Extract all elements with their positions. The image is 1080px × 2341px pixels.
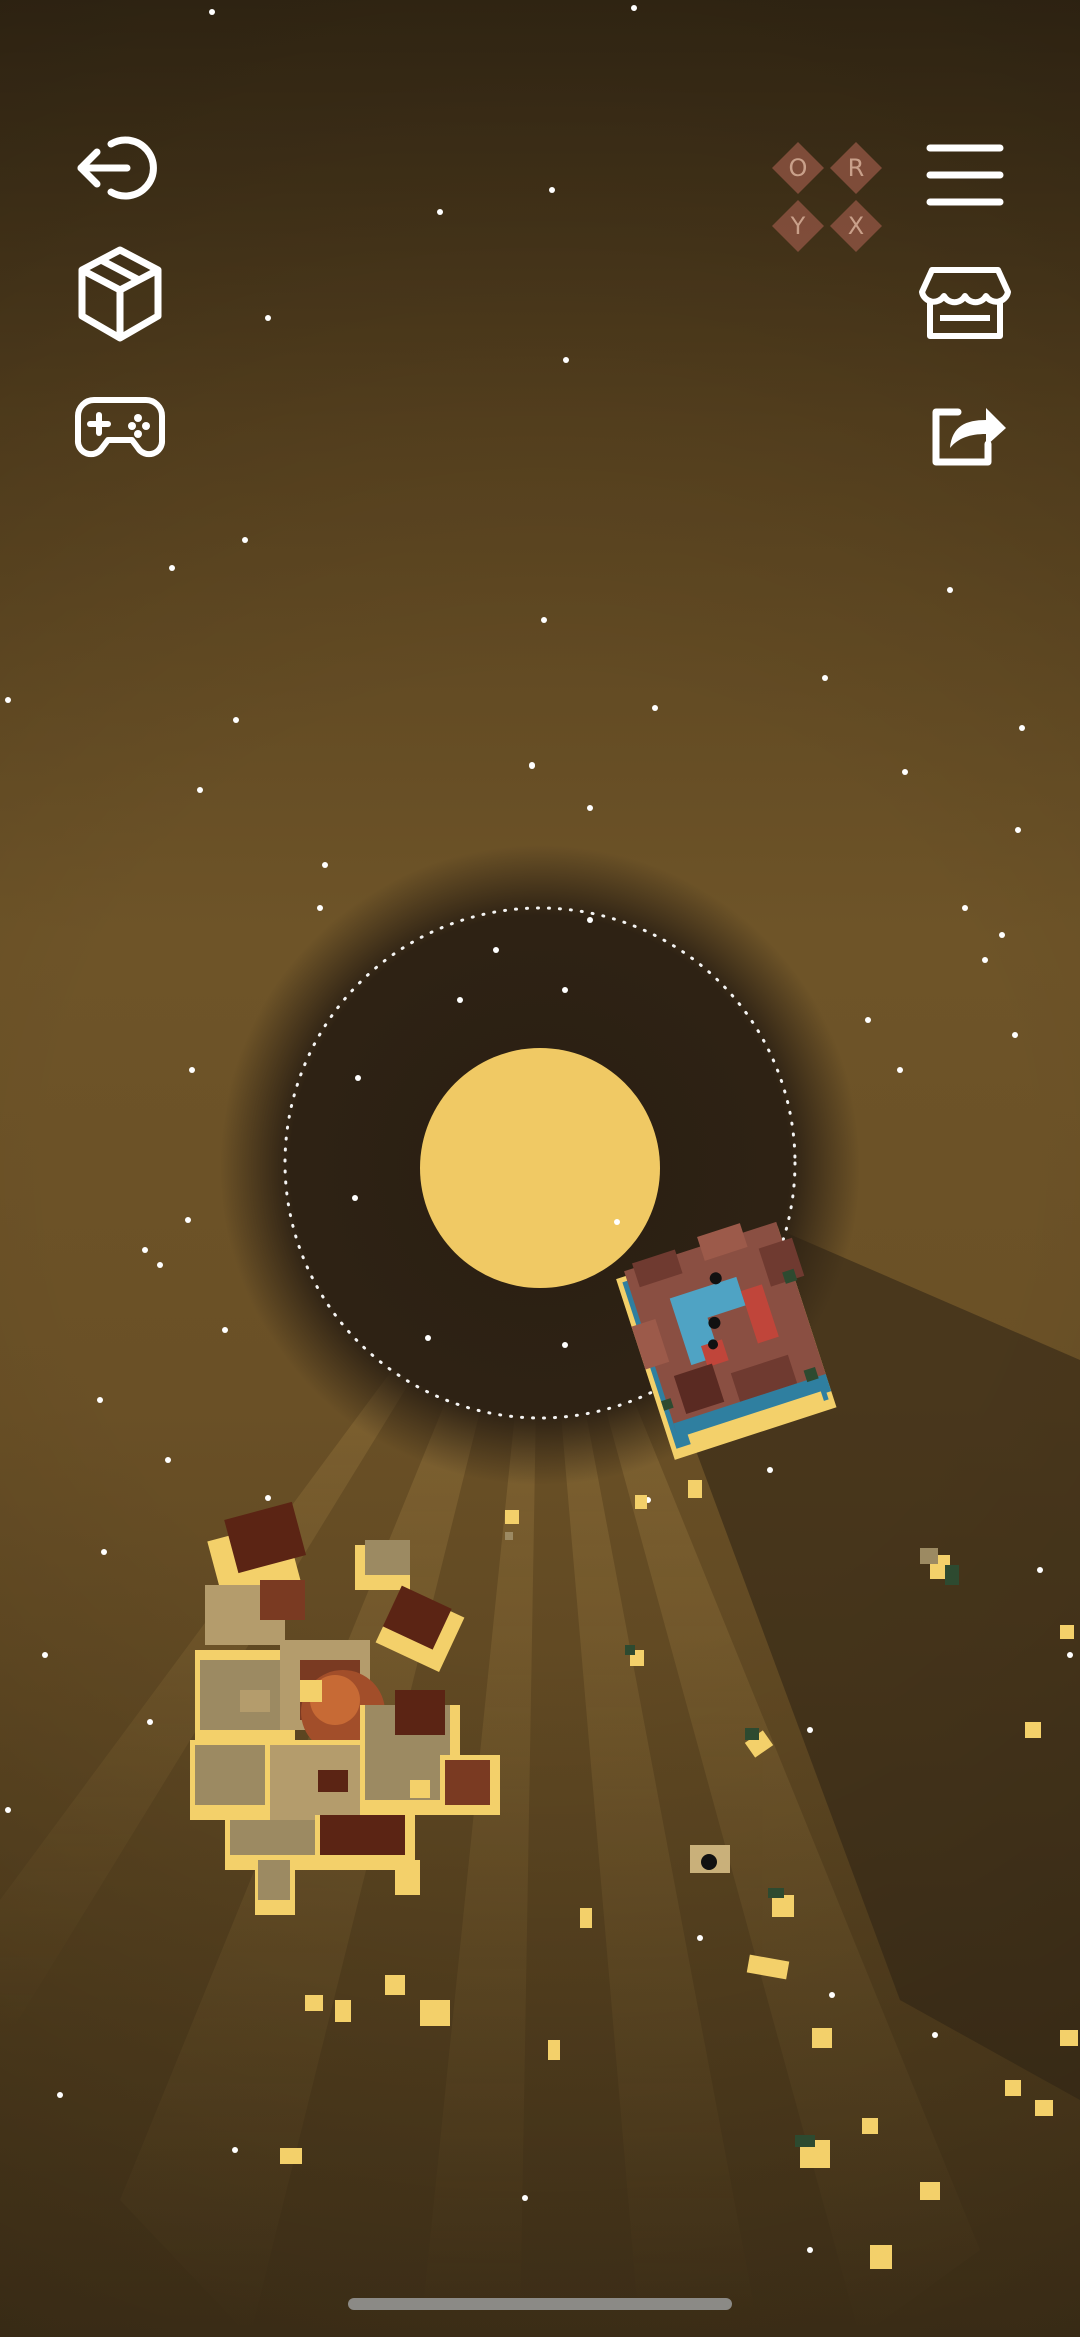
cube-icon[interactable] [76,244,164,344]
logo-letter-x: X [847,212,865,240]
exit-icon[interactable] [75,132,160,204]
home-indicator [348,2298,732,2310]
store-icon[interactable] [918,266,1012,342]
space-view [0,5,1080,2337]
sun [420,1048,660,1288]
logo-letter-r: R [847,154,865,182]
oryx-logo: O R Y X [770,140,885,255]
asteroid-cluster [190,1501,500,1915]
game-scene[interactable]: O R Y X [0,0,1080,2337]
logo-letter-y: Y [790,212,806,240]
menu-icon[interactable] [926,142,1004,208]
gamepad-icon[interactable] [74,394,166,458]
logo-letter-o: O [788,154,808,182]
share-icon[interactable] [928,398,1008,468]
